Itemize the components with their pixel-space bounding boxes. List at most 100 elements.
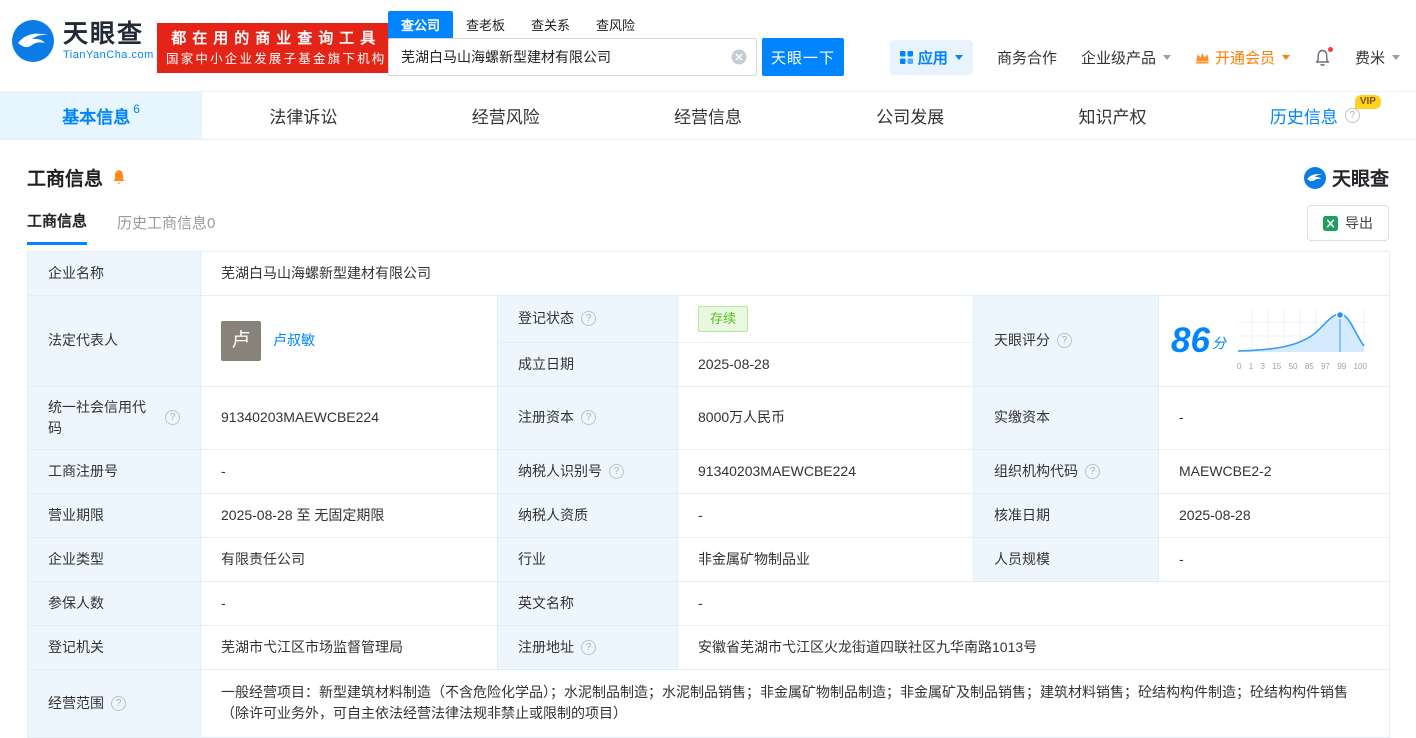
search-tab-boss[interactable]: 查老板 [453,11,518,38]
tab-operation-risk-label: 经营风险 [471,108,540,127]
taxpayer-quality-value: - [677,492,974,538]
tab-company-development[interactable]: 公司发展 [809,92,1011,139]
section-header: 工商信息 天眼查 [0,140,1416,199]
top-navigation: 应用 商务合作 企业级产品 开通会员 费米 [889,40,1400,75]
logo-text: 天眼查 TianYanCha.com [63,21,154,61]
industry-label: 行业 [497,536,678,582]
english-name-label: 英文名称 [497,580,678,626]
tab-operation-risk[interactable]: 经营风险 [405,92,607,139]
business-term-label: 营业期限 [27,492,201,538]
tab-intellectual-property-label: 知识产权 [1078,108,1147,127]
help-icon[interactable]: ? [1344,108,1360,123]
username-label: 费米 [1354,50,1385,67]
tab-operation-info-label: 经营信息 [673,108,742,127]
table-row: 营业期限 2025-08-28 至 无固定期限 纳税人资质 - 核准日期 202… [27,492,1391,538]
help-icon[interactable]: ? [1057,333,1072,349]
subtab-business-info[interactable]: 工商信息 [27,199,88,245]
business-info-table: 企业名称 芜湖白马山海螺新型建材有限公司 法定代表人 卢 卢叔敏 登记状态? 存… [27,251,1391,738]
reg-status-cell: 存续 [677,295,974,343]
reg-address-label: 注册地址? [497,624,678,670]
company-section-tabs: 基本信息 6 法律诉讼 经营风险 经营信息 公司发展 知识产权 历史信息 ? V… [0,92,1416,140]
search-submit-button[interactable]: 天眼一下 [762,38,844,76]
logo-domain: TianYanCha.com [63,48,154,61]
score-axis-ticks: 0 1 3 15 50 85 97 99 100 [1236,362,1367,372]
table-row: 登记机关 芜湖市弋江区市场监督管理局 注册地址? 安徽省芜湖市弋江区火龙街道四联… [27,624,1391,670]
search-tab-relation[interactable]: 查关系 [518,11,583,38]
export-button[interactable]: 导出 [1307,205,1389,241]
score-cell: 86 分 0 1 3 15 50 85 97 99 100 [1157,295,1391,387]
section-title-row: 工商信息 [27,164,127,191]
enterprise-products-menu[interactable]: 企业级产品 [1081,47,1171,68]
help-icon[interactable]: ? [581,639,596,655]
notification-dot [1326,45,1334,53]
insured-count-value: - [200,580,498,626]
tianyancha-watermark-text: 天眼查 [1331,169,1389,190]
tianyancha-logo[interactable]: 天眼查 TianYanCha.com [12,20,154,62]
table-row: 法定代表人 卢 卢叔敏 登记状态? 存续 天眼评分? 86 分 0 1 3 15… [27,295,1391,387]
reg-capital-value: 8000万人民币 [677,385,974,450]
credit-code-value: 91340203MAEWCBE224 [200,385,498,450]
subscribe-bell-icon[interactable] [111,169,127,186]
taxpayer-quality-label: 纳税人资质 [497,492,678,538]
top-header: 天眼查 TianYanCha.com 都在用的商业查询工具 国家中小企业发展子基… [0,0,1416,92]
legal-rep-avatar[interactable]: 卢 [221,320,261,361]
score-label: 天眼评分? [973,295,1159,387]
crown-icon [1195,51,1210,64]
search-box [388,38,757,76]
search-tabs: 查公司 查老板 查关系 查风险 [388,11,844,38]
notification-bell-icon[interactable] [1314,45,1334,67]
company-name-value: 芜湖白马山海螺新型建材有限公司 [199,251,1391,296]
score-distribution-chart: 0 1 3 15 50 85 97 99 100 [1236,308,1368,373]
section-title: 工商信息 [27,169,104,190]
establish-date-value: 2025-08-28 [677,341,974,387]
business-cooperation-link[interactable]: 商务合作 [997,47,1057,68]
help-icon[interactable]: ? [1085,463,1100,479]
apps-grid-icon [899,51,913,64]
tianyancha-watermark: 天眼查 [1303,164,1389,191]
tab-basic-info[interactable]: 基本信息 6 [0,92,203,139]
subtab-bar: 工商信息 历史工商信息0 导出 [0,199,1416,245]
tab-history-info-label: 历史信息 [1269,108,1338,127]
help-icon[interactable]: ? [165,410,180,425]
chevron-down-icon [954,55,963,60]
legal-rep-cell: 卢 卢叔敏 [200,295,498,387]
apps-label: 应用 [917,50,948,67]
help-icon[interactable]: ? [111,695,126,711]
search-tab-risk[interactable]: 查风险 [583,11,648,38]
search-tab-company[interactable]: 查公司 [388,11,454,38]
org-code-value: MAEWCBE2-2 [1157,448,1391,494]
company-type-label: 企业类型 [27,536,201,582]
business-term-value: 2025-08-28 至 无固定期限 [200,492,498,538]
apps-menu[interactable]: 应用 [889,40,973,75]
table-row: 参保人数 - 英文名称 - [27,580,1391,626]
tab-legal-proceedings[interactable]: 法律诉讼 [202,92,404,139]
help-icon[interactable]: ? [581,410,596,425]
org-code-label: 组织机构代码? [973,448,1159,494]
staff-size-label: 人员规模 [973,536,1159,582]
reg-authority-value: 芜湖市弋江区市场监督管理局 [200,624,498,670]
paid-capital-value: - [1157,385,1391,450]
logo-brand-name: 天眼查 [63,20,145,49]
help-icon[interactable]: ? [609,463,624,479]
search-input[interactable] [388,38,757,76]
approval-date-label: 核准日期 [973,492,1159,538]
subtab-history-business-info[interactable]: 历史工商信息0 [117,199,215,245]
company-type-value: 有限责任公司 [200,536,498,582]
reg-number-label: 工商注册号 [27,448,201,494]
tab-intellectual-property[interactable]: 知识产权 [1011,92,1213,139]
user-menu[interactable]: 费米 [1355,47,1400,68]
clear-input-icon[interactable] [731,49,747,65]
tab-operation-info[interactable]: 经营信息 [607,92,809,139]
legal-rep-link[interactable]: 卢叔敏 [273,330,315,351]
tab-history-info[interactable]: 历史信息 ? VIP [1214,92,1416,139]
excel-icon [1323,215,1338,231]
score-unit: 分 [1211,335,1226,352]
help-icon[interactable]: ? [581,311,596,327]
tianyancha-watermark-icon [1303,166,1326,189]
tab-legal-proceedings-label: 法律诉讼 [269,108,338,127]
open-vip-menu[interactable]: 开通会员 [1195,47,1290,68]
tab-basic-info-label: 基本信息 [62,108,131,127]
status-badge: 存续 [698,306,749,332]
table-row: 统一社会信用代码? 91340203MAEWCBE224 注册资本? 8000万… [27,385,1391,450]
establish-date-label: 成立日期 [497,341,678,387]
